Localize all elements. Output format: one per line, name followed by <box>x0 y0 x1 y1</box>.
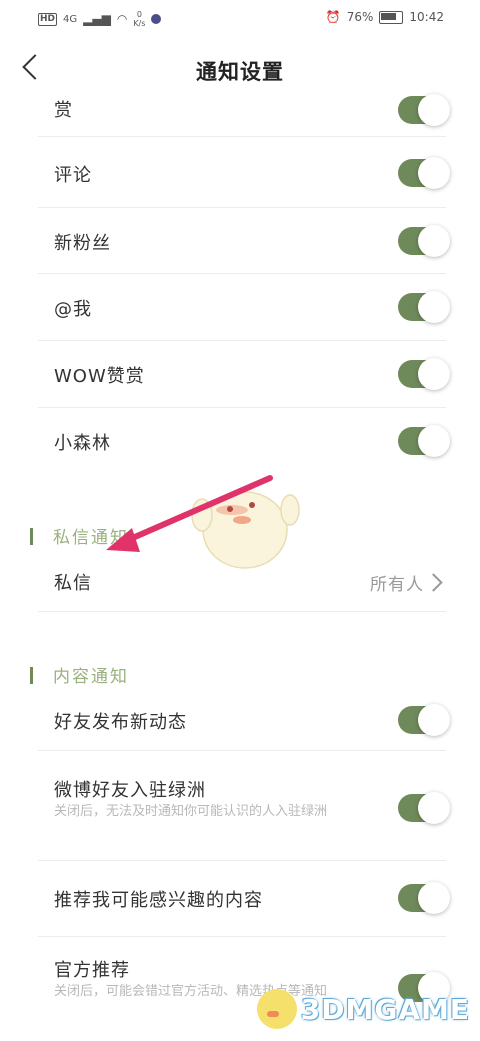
toggle-knob <box>418 792 450 824</box>
section-title-text: 内容通知 <box>53 667 129 687</box>
toggle-switch[interactable] <box>398 94 450 126</box>
row-label: 推荐我可能感兴趣的内容 <box>54 890 263 911</box>
page-title: 通知设置 <box>196 60 284 84</box>
toggle-switch[interactable] <box>398 882 450 914</box>
list-item: 新粉丝 <box>38 207 450 274</box>
list-item: 好友发布新动态 <box>38 690 450 751</box>
app-notification-icon <box>151 14 162 24</box>
battery-percent: 76% <box>346 10 374 24</box>
chevron-right-icon <box>424 573 443 592</box>
row-label: 微博好友入驻绿洲 <box>54 780 206 801</box>
list-item: 推荐我可能感兴趣的内容 <box>38 860 450 937</box>
status-bar-left: HD 4G ▂▄▆ ◠ 0 K/s <box>38 10 162 28</box>
toggle-knob <box>418 425 450 457</box>
signal-label: 4G <box>63 13 78 25</box>
list-item: 小森林 <box>38 407 450 475</box>
row-value: 所有人 <box>370 575 424 595</box>
toggle-switch[interactable] <box>398 704 450 736</box>
list-item: 赏 <box>38 94 450 137</box>
status-bar-right: ⏰ 76% 10:42 <box>326 10 444 24</box>
row-label: 评论 <box>54 165 92 186</box>
toggle-switch[interactable] <box>398 291 450 323</box>
section-bar <box>30 528 33 545</box>
list-item: 评论 <box>38 137 450 208</box>
mascot-chick-icon <box>191 491 300 569</box>
toggle-knob <box>418 358 450 390</box>
speed-value: 0 <box>136 10 142 19</box>
row-label: 私信 <box>54 573 92 594</box>
toggle-switch[interactable] <box>398 792 450 824</box>
list-item: 微博好友入驻绿洲 关闭后，无法及时通知你可能认识的人入驻绿洲 <box>38 750 450 861</box>
toggle-knob <box>418 291 450 323</box>
row-label: 赏 <box>54 100 73 121</box>
nav-header: 通知设置 <box>0 40 480 100</box>
toggle-knob <box>418 704 450 736</box>
row-label: 小森林 <box>54 433 111 454</box>
list-item: WOW赞赏 <box>38 340 450 408</box>
row-label: 官方推荐 <box>54 960 130 981</box>
watermark: 3DMGAME <box>256 989 470 1029</box>
speed-unit: K/s <box>133 19 146 28</box>
toggle-switch[interactable] <box>398 358 450 390</box>
section-title-private: 私信通知 <box>30 523 129 548</box>
row-label: 新粉丝 <box>54 233 111 254</box>
toggle-knob <box>418 157 450 189</box>
section-bar <box>30 667 33 684</box>
wifi-icon: ◠ <box>116 12 128 26</box>
network-speed: 0 K/s <box>133 10 145 28</box>
toggle-switch[interactable] <box>398 425 450 457</box>
section-title-text: 私信通知 <box>53 528 129 548</box>
row-label: WOW赞赏 <box>54 366 145 387</box>
watermark-chick-icon <box>256 989 297 1029</box>
signal-bars-icon: ▂▄▆ <box>83 12 111 26</box>
watermark-text: 3DMGAME <box>300 992 470 1026</box>
alarm-icon: ⏰ <box>325 10 341 24</box>
battery-icon <box>379 10 404 24</box>
row-description: 关闭后，无法及时通知你可能认识的人入驻绿洲 <box>54 804 328 819</box>
row-label: @我 <box>54 299 92 320</box>
toggle-knob <box>418 225 450 257</box>
section-title-content: 内容通知 <box>30 662 129 687</box>
clock: 10:42 <box>409 10 444 24</box>
status-bar: HD 4G ▂▄▆ ◠ 0 K/s ⏰ 76% 10:42 <box>0 0 480 40</box>
list-item: @我 <box>38 273 450 341</box>
toggle-knob <box>418 94 450 126</box>
toggle-knob <box>418 882 450 914</box>
toggle-switch[interactable] <box>398 157 450 189</box>
toggle-switch[interactable] <box>398 225 450 257</box>
hd-icon: HD <box>38 12 58 26</box>
row-label: 好友发布新动态 <box>54 712 187 733</box>
